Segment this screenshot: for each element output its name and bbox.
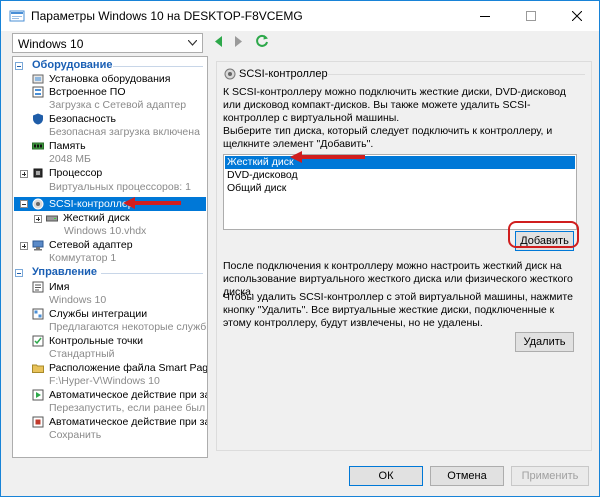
tree-item-label: Имя bbox=[49, 281, 70, 293]
section-hardware[interactable]: Оборудование bbox=[13, 59, 207, 72]
ok-button[interactable]: ОК bbox=[349, 466, 423, 486]
tree-item-sub: Загрузка с Сетевой адаптер bbox=[49, 99, 187, 111]
panel-title: SCSI-контроллер bbox=[239, 68, 328, 80]
folder-icon bbox=[32, 364, 44, 373]
tree-item-label: Службы интеграции bbox=[49, 308, 148, 320]
tree-item-sub: Сохранить bbox=[49, 429, 102, 441]
annotation-arrow bbox=[123, 197, 181, 209]
tree-item-sub: Windows 10.vhdx bbox=[64, 225, 147, 237]
expand-icon[interactable] bbox=[20, 170, 28, 178]
annotation-arrow bbox=[290, 151, 365, 163]
settings-tree: Оборудование Установка оборудования Встр… bbox=[12, 56, 208, 458]
back-arrow-icon[interactable] bbox=[214, 36, 224, 47]
tree-item-sub: Стандартный bbox=[49, 348, 115, 360]
firmware-icon bbox=[32, 86, 44, 98]
tree-item-label: Расположение файла Smart Paging bbox=[49, 362, 208, 374]
collapse-icon[interactable] bbox=[15, 269, 23, 277]
window-title: Параметры Windows 10 на DESKTOP-F8VCEMG bbox=[31, 9, 303, 23]
list-item-hard-disk[interactable]: Жесткий диск bbox=[225, 156, 575, 169]
section-divider bbox=[101, 273, 203, 274]
annotation-highlight-ring bbox=[508, 221, 579, 248]
tree-item-sub: Windows 10 bbox=[49, 294, 107, 306]
integration-services-icon bbox=[32, 308, 44, 320]
name-tag-icon bbox=[32, 281, 44, 293]
tree-item-sub: Виртуальных процессоров: 1 bbox=[49, 181, 191, 193]
list-item-shared-disk[interactable]: Общий диск bbox=[225, 182, 575, 195]
scsi-controller-panel: SCSI-контроллер К SCSI-контроллеру можно… bbox=[214, 57, 595, 458]
maximize-icon bbox=[526, 11, 536, 21]
tree-item-label: Процессор bbox=[49, 167, 103, 179]
tree-item-sub: F:\Hyper-V\Windows 10 bbox=[49, 375, 160, 387]
remove-button[interactable]: Удалить bbox=[515, 332, 574, 352]
tree-item-label: Автоматическое действие при за... bbox=[49, 416, 208, 428]
maximize-button[interactable] bbox=[509, 1, 553, 31]
tree-item-sub: Безопасная загрузка включена bbox=[49, 126, 200, 138]
intro-text: К SCSI-контроллеру можно подключить жест… bbox=[223, 86, 566, 124]
collapse-icon[interactable] bbox=[15, 62, 23, 70]
settings-window: Параметры Windows 10 на DESKTOP-F8VCEMG … bbox=[0, 0, 600, 497]
tree-item-sub: Перезапустить, если ранее был ... bbox=[49, 402, 208, 414]
chevron-down-icon bbox=[188, 40, 197, 46]
forward-arrow-icon[interactable] bbox=[233, 36, 243, 47]
apply-button[interactable]: Применить bbox=[511, 466, 589, 486]
expand-icon[interactable] bbox=[34, 215, 42, 223]
section-divider bbox=[113, 66, 203, 67]
vm-select[interactable]: Windows 10 bbox=[12, 33, 203, 53]
tree-item-sub: 2048 МБ bbox=[49, 153, 91, 165]
auto-stop-icon bbox=[32, 416, 44, 428]
minimize-icon bbox=[480, 16, 490, 17]
tree-item-label: Безопасность bbox=[49, 113, 116, 125]
vm-select-value: Windows 10 bbox=[18, 37, 84, 51]
list-item-dvd-drive[interactable]: DVD-дисковод bbox=[225, 169, 575, 182]
tree-item-label: Установка оборудования bbox=[49, 73, 171, 85]
section-management[interactable]: Управление bbox=[13, 266, 207, 279]
tree-item-label: Память bbox=[49, 140, 86, 152]
tree-item-label: Встроенное ПО bbox=[49, 86, 126, 98]
memory-icon bbox=[32, 142, 44, 150]
auto-start-icon bbox=[32, 389, 44, 401]
hardware-icon bbox=[32, 74, 44, 84]
network-adapter-icon bbox=[32, 240, 44, 251]
tree-item-label: Жесткий диск bbox=[63, 212, 130, 224]
section-management-label: Управление bbox=[32, 266, 98, 278]
tree-item-label: SCSI-контроллер bbox=[49, 198, 134, 210]
hard-disk-icon bbox=[46, 215, 58, 222]
close-icon bbox=[572, 11, 582, 21]
close-button[interactable] bbox=[555, 1, 599, 31]
processor-icon bbox=[33, 168, 43, 178]
tree-item-label: Автоматическое действие при за... bbox=[49, 389, 208, 401]
title-divider bbox=[327, 74, 585, 75]
scsi-controller-icon bbox=[224, 68, 236, 80]
tree-item-label: Сетевой адаптер bbox=[49, 239, 133, 251]
remove-info-text: Чтобы удалить SCSI-контроллер с этой вир… bbox=[223, 291, 573, 329]
checkpoint-icon bbox=[32, 335, 44, 347]
minimize-button[interactable] bbox=[463, 1, 507, 31]
collapse-icon[interactable] bbox=[20, 200, 28, 208]
section-hardware-label: Оборудование bbox=[32, 59, 113, 71]
disk-type-list[interactable]: Жесткий диск DVD-дисковод Общий диск bbox=[223, 154, 577, 230]
tree-item-sub: Предлагаются некоторые службы bbox=[49, 321, 208, 333]
refresh-icon[interactable] bbox=[255, 34, 269, 48]
shield-icon bbox=[33, 113, 43, 125]
choose-disk-text: Выберите тип диска, который следует подк… bbox=[223, 125, 553, 150]
scsi-controller-icon bbox=[32, 198, 44, 210]
tree-item-label: Контрольные точки bbox=[49, 335, 143, 347]
tree-item-sub: Коммутатор 1 bbox=[49, 252, 117, 264]
title-bar: Параметры Windows 10 на DESKTOP-F8VCEMG bbox=[1, 1, 599, 31]
settings-app-icon bbox=[9, 10, 25, 22]
expand-icon[interactable] bbox=[20, 242, 28, 250]
cancel-button[interactable]: Отмена bbox=[430, 466, 504, 486]
scsi-controller-group: SCSI-контроллер К SCSI-контроллеру можно… bbox=[216, 61, 592, 451]
